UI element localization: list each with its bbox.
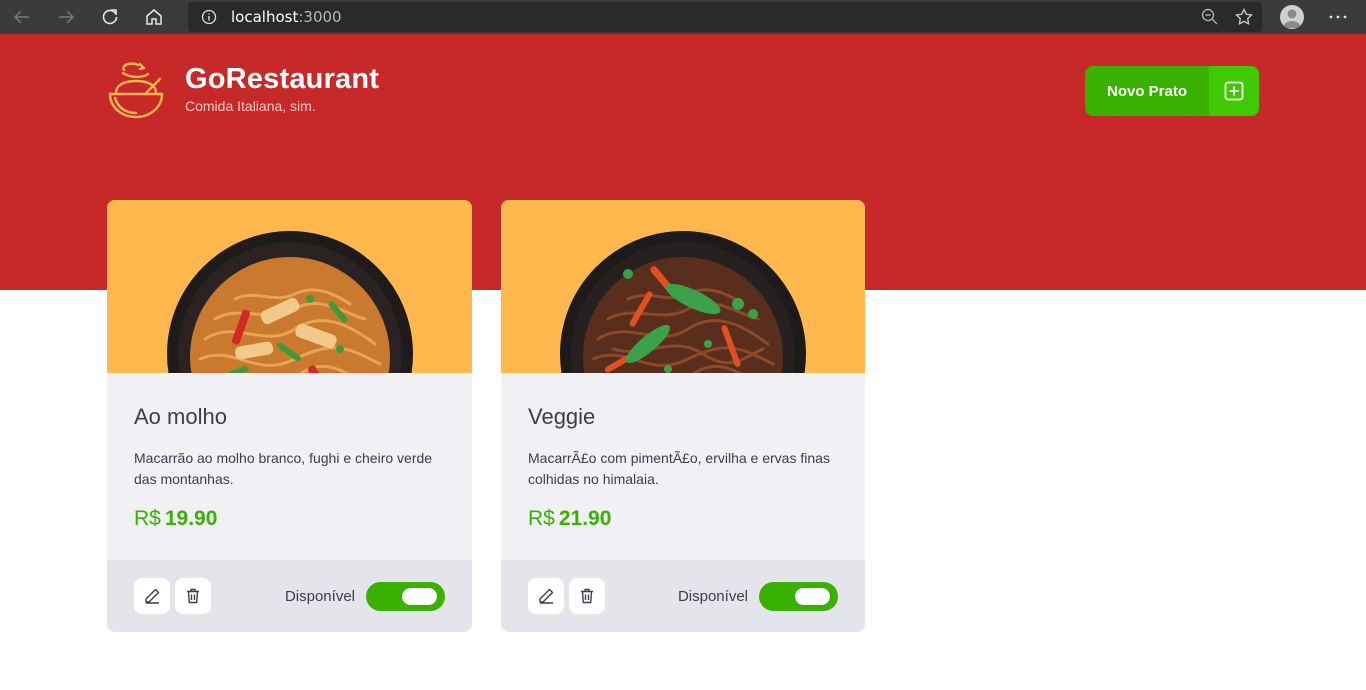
food-price: R$ 21.90 (528, 507, 838, 531)
delete-button[interactable] (569, 578, 605, 614)
url-host: localhost (231, 8, 299, 26)
home-icon (146, 9, 162, 25)
zoom-icon[interactable] (1200, 7, 1220, 27)
brand-title: GoRestaurant (185, 63, 380, 95)
user-icon (1283, 9, 1301, 28)
food-image (501, 200, 865, 373)
arrow-right-icon (59, 10, 75, 24)
food-description: Macarrão ao molho branco, fughi e cheiro… (134, 450, 433, 487)
food-details: Veggie MacarrÃ£o com pimentÃ£o, ervilha … (501, 373, 865, 560)
trash-icon (581, 588, 593, 604)
back-button[interactable] (0, 0, 44, 34)
availability: Disponível (677, 581, 838, 611)
brand-subtitle: Comida Italiana, sim. (185, 98, 316, 114)
food-image (107, 200, 472, 373)
food-actions: Disponível (501, 560, 865, 632)
edit-button[interactable] (528, 578, 564, 614)
brand-logo[interactable]: GoRestaurant Comida Italiana, sim. (106, 62, 379, 122)
home-button[interactable] (132, 0, 176, 34)
availability-toggle[interactable] (759, 581, 838, 611)
food-card: Veggie MacarrÃ£o com pimentÃ£o, ervilha … (501, 200, 865, 632)
food-price: R$ 19.90 (134, 507, 445, 531)
more-icon[interactable] (1328, 7, 1348, 27)
new-dish-button[interactable]: Novo Prato (1085, 66, 1259, 116)
noodle-plate-image (166, 231, 413, 373)
food-description: MacarrÃ£o com pimentÃ£o, ervilha e ervas… (528, 450, 830, 487)
availability-toggle[interactable] (366, 581, 445, 611)
url-port: :3000 (298, 8, 342, 26)
food-name: Veggie (528, 404, 596, 429)
food-actions: Disponível (107, 560, 472, 632)
plus-square-icon (1209, 66, 1259, 116)
food-name: Ao molho (134, 404, 227, 429)
price-amount: 19.90 (164, 507, 218, 530)
address-bar[interactable]: localhost:3000 (188, 2, 1262, 32)
trash-icon (187, 588, 199, 604)
availability-label: Disponível (284, 587, 355, 605)
price-currency: R$ (528, 507, 555, 530)
url-text: localhost:3000 (231, 8, 342, 26)
brand-text: GoRestaurant Comida Italiana, sim. (185, 62, 379, 114)
noodle-plate-image (560, 231, 806, 373)
reload-icon (102, 9, 118, 25)
browser-toolbar: localhost:3000 (0, 0, 1366, 34)
pencil-icon (539, 588, 554, 604)
food-card: Ao molho Macarrão ao molho branco, fughi… (107, 200, 472, 632)
price-amount: 21.90 (558, 507, 612, 530)
food-details: Ao molho Macarrão ao molho branco, fughi… (107, 373, 472, 560)
bowl-icon (108, 62, 164, 119)
info-icon[interactable] (201, 9, 217, 25)
arrow-left-icon (13, 10, 29, 24)
reload-button[interactable] (88, 0, 132, 34)
profile-avatar[interactable] (1280, 5, 1304, 29)
toggle-knob (795, 587, 830, 605)
new-dish-label: Novo Prato (1106, 82, 1187, 100)
forward-button[interactable] (44, 0, 88, 34)
pencil-icon (145, 588, 160, 604)
price-currency: R$ (134, 507, 161, 530)
availability-label: Disponível (677, 587, 748, 605)
delete-button[interactable] (175, 578, 211, 614)
toggle-knob (402, 587, 437, 605)
edit-button[interactable] (134, 578, 170, 614)
star-icon[interactable] (1234, 7, 1254, 27)
availability: Disponível (284, 581, 445, 611)
